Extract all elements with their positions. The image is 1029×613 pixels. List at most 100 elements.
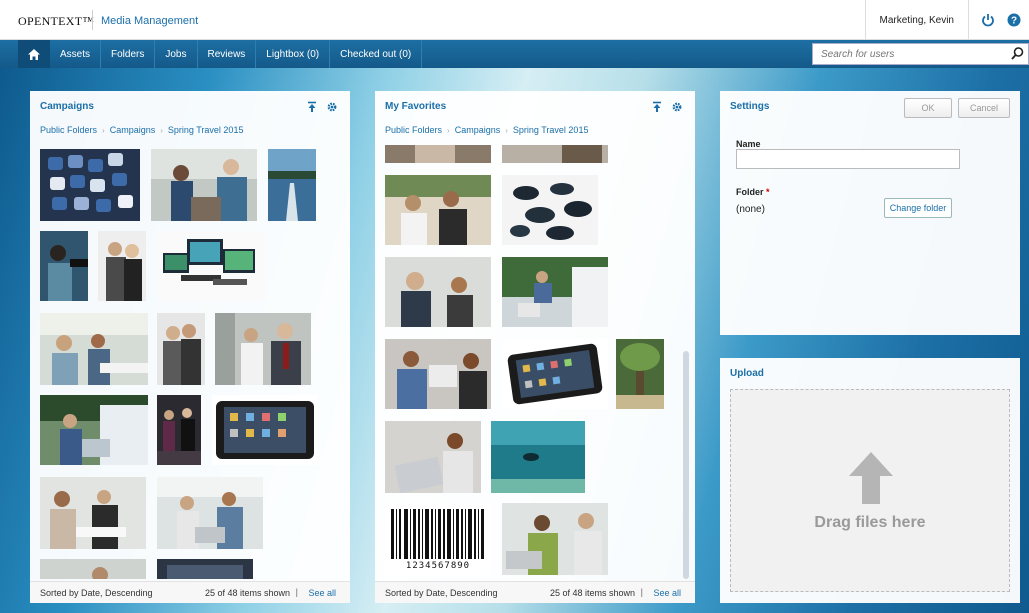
chevron-right-icon: › [160, 125, 163, 135]
nav-jobs[interactable]: Jobs [155, 40, 198, 68]
ok-button[interactable]: OK [904, 98, 952, 118]
arrow-up-icon [847, 450, 895, 509]
breadcrumb-item[interactable]: Public Folders [385, 125, 442, 135]
upload-icon[interactable] [306, 101, 318, 116]
cancel-button[interactable]: Cancel [958, 98, 1010, 118]
thumbnail[interactable] [616, 339, 664, 409]
thumbnail[interactable] [157, 313, 205, 385]
brand-logo: OPENTEXT™ [18, 14, 95, 28]
folder-value: (none) [736, 204, 765, 215]
thumbnail[interactable] [157, 231, 265, 301]
thumbnail[interactable] [40, 395, 148, 465]
thumbnail[interactable] [502, 503, 608, 575]
thumbnail[interactable]: 1234567890 [385, 503, 491, 575]
help-icon[interactable]: ? [1003, 9, 1025, 31]
gear-icon[interactable] [671, 101, 683, 116]
nav-lightbox[interactable]: Lightbox (0) [256, 40, 331, 68]
user-name[interactable]: Marketing, Kevin [866, 15, 968, 26]
scrollbar[interactable] [683, 351, 689, 579]
thumbnail[interactable] [212, 395, 318, 465]
see-all-link[interactable]: See all [653, 588, 681, 598]
thumbnail[interactable] [268, 149, 316, 221]
thumbnail[interactable] [157, 395, 201, 465]
barcode-number: 1234567890 [405, 561, 471, 571]
thumbnail[interactable] [502, 257, 608, 327]
product-name: Media Management [101, 15, 199, 27]
breadcrumb: Public Folders › Campaigns › Spring Travel… [385, 125, 588, 135]
breadcrumb-item[interactable]: Spring Travel 2015 [513, 125, 589, 135]
thumbnail[interactable] [40, 149, 140, 221]
breadcrumb: Public Folders › Campaigns › Spring Travel… [40, 125, 243, 135]
thumbnail[interactable] [157, 477, 263, 549]
panel-title: My Favorites [385, 101, 447, 112]
see-all-link[interactable]: See all [308, 588, 336, 598]
sort-label[interactable]: Sorted by Date, Descending [40, 588, 153, 598]
thumbnail[interactable] [502, 339, 608, 409]
app-header: OPENTEXT™ Media Management Marketing, Ke… [0, 0, 1029, 40]
thumbnail[interactable] [157, 559, 253, 579]
thumbnail[interactable] [40, 477, 146, 549]
name-label: Name [736, 139, 761, 149]
thumbnail[interactable] [215, 313, 311, 385]
thumbnail[interactable] [385, 421, 481, 493]
panel-actions [306, 101, 338, 116]
main-nav: Assets Folders Jobs Reviews Lightbox (0)… [0, 40, 1029, 68]
thumbnail[interactable] [40, 231, 88, 301]
breadcrumb-item[interactable]: Campaigns [455, 125, 501, 135]
favorites-panel: My Favorites Public Folders › Campaigns › … [375, 91, 695, 603]
thumbnail[interactable] [491, 421, 585, 493]
drop-zone[interactable]: Drag files here [730, 389, 1010, 592]
chevron-right-icon: › [505, 125, 508, 135]
thumbnail[interactable] [40, 313, 148, 385]
nav-checked-out[interactable]: Checked out (0) [330, 40, 423, 68]
thumbnail[interactable] [502, 175, 598, 245]
change-folder-button[interactable]: Change folder [884, 198, 952, 218]
footer-divider: | [295, 587, 298, 597]
thumbnail[interactable] [385, 175, 491, 245]
panel-footer: Sorted by Date, Descending 25 of 48 item… [375, 581, 695, 603]
chevron-right-icon: › [102, 125, 105, 135]
campaigns-panel: Campaigns Public Folders › Campaigns › Spr… [30, 91, 350, 603]
breadcrumb-item[interactable]: Public Folders [40, 125, 97, 135]
item-count: 25 of 48 items shown [204, 588, 290, 598]
thumbnail[interactable] [385, 257, 491, 327]
search-icon[interactable] [1011, 47, 1024, 63]
thumbnail[interactable] [502, 145, 608, 163]
thumbnail-grid [40, 149, 340, 579]
thumbnail[interactable] [385, 145, 491, 163]
nav-folders[interactable]: Folders [101, 40, 156, 68]
folder-label-text: Folder [736, 187, 764, 197]
user-area: Marketing, Kevin ? [864, 0, 1029, 40]
panel-actions [651, 101, 683, 116]
footer-divider: | [640, 587, 643, 597]
upload-icon[interactable] [651, 101, 663, 116]
thumbnail[interactable] [40, 559, 146, 579]
brand-divider [92, 10, 93, 30]
chevron-right-icon: › [447, 125, 450, 135]
thumbnail-grid: 1234567890 [385, 145, 675, 579]
item-count: 25 of 48 items shown [549, 588, 635, 598]
folder-label: Folder * [736, 187, 770, 197]
home-icon[interactable] [18, 40, 50, 68]
nav-assets[interactable]: Assets [50, 40, 102, 68]
name-field[interactable] [736, 149, 960, 169]
power-icon[interactable] [977, 9, 999, 31]
required-marker: * [766, 187, 770, 197]
nav-reviews[interactable]: Reviews [198, 40, 257, 68]
sort-label[interactable]: Sorted by Date, Descending [385, 588, 498, 598]
panel-title: Upload [730, 368, 764, 379]
user-search [812, 43, 1029, 65]
drop-text: Drag files here [814, 514, 926, 531]
gear-icon[interactable] [326, 101, 338, 116]
thumbnail[interactable] [385, 339, 491, 409]
search-input[interactable] [813, 44, 1003, 64]
panel-footer: Sorted by Date, Descending 25 of 48 item… [30, 581, 350, 603]
thumbnail[interactable] [98, 231, 146, 301]
thumbnail[interactable] [151, 149, 257, 221]
user-divider [968, 0, 969, 40]
upload-panel: Upload Drag files here [720, 358, 1020, 603]
panel-title: Campaigns [40, 101, 94, 112]
breadcrumb-item[interactable]: Campaigns [110, 125, 156, 135]
settings-panel: Settings OK Cancel Name Folder * (none) … [720, 91, 1020, 335]
breadcrumb-item[interactable]: Spring Travel 2015 [168, 125, 244, 135]
